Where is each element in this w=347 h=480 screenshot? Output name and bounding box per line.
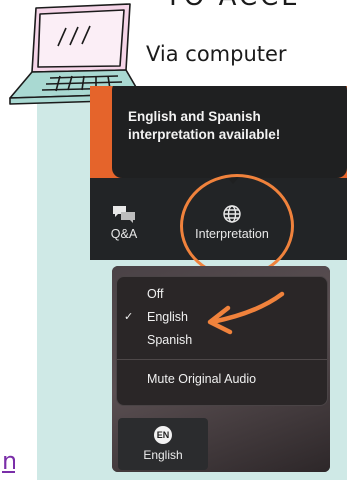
tooltip-text: English and Spanish interpretation avail… bbox=[128, 109, 281, 142]
qa-label: Q&A bbox=[110, 227, 138, 241]
qa-chat-icon bbox=[113, 206, 135, 223]
menu-item-label: Mute Original Audio bbox=[147, 372, 257, 386]
link-fragment[interactable]: n bbox=[2, 447, 15, 473]
page-heading: TO ACCE bbox=[165, 0, 301, 12]
menu-divider bbox=[117, 359, 327, 360]
page-subheading: Via computer bbox=[146, 42, 287, 66]
highlight-circle bbox=[180, 174, 294, 278]
en-badge-icon: EN bbox=[154, 426, 172, 444]
menu-item-label: Off bbox=[147, 287, 164, 301]
checkmark-icon: ✓ bbox=[124, 311, 134, 323]
language-english-button[interactable]: EN English bbox=[118, 418, 208, 470]
qa-button[interactable]: Q&A bbox=[104, 204, 144, 241]
language-button-label: English bbox=[143, 448, 183, 462]
interpretation-tooltip: English and Spanish interpretation avail… bbox=[112, 86, 347, 178]
orange-arrow-icon bbox=[207, 291, 285, 335]
menu-item-mute-original-audio[interactable]: Mute Original Audio bbox=[117, 369, 327, 391]
menu-item-label: English bbox=[147, 310, 188, 324]
menu-item-label: Spanish bbox=[147, 333, 193, 347]
